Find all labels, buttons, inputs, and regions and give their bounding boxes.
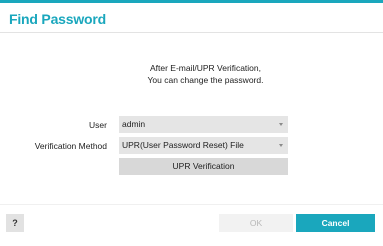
verification-method-select-value: UPR(User Password Reset) File <box>122 140 244 150</box>
verification-method-label: Verification Method <box>34 141 107 151</box>
chevron-down-icon <box>279 144 283 147</box>
find-password-dialog: Find Password After E-mail/UPR Verificat… <box>0 0 383 246</box>
upr-verification-button[interactable]: UPR Verification <box>119 158 288 175</box>
info-message-line-1: After E-mail/UPR Verification, <box>149 63 261 73</box>
info-message: After E-mail/UPR Verification, You can c… <box>14 62 383 86</box>
cancel-button[interactable]: Cancel <box>296 214 375 232</box>
user-select[interactable]: admin <box>119 116 288 133</box>
user-label: User <box>89 120 107 130</box>
info-message-line-2: You can change the password. <box>147 75 264 85</box>
footer-divider <box>0 204 383 205</box>
dialog-title: Find Password <box>9 11 106 27</box>
ok-button[interactable]: OK <box>219 214 293 232</box>
verification-method-select[interactable]: UPR(User Password Reset) File <box>119 137 288 154</box>
user-select-value: admin <box>122 119 146 129</box>
help-button[interactable]: ? <box>6 214 24 232</box>
title-divider <box>0 32 383 33</box>
chevron-down-icon <box>279 123 283 126</box>
